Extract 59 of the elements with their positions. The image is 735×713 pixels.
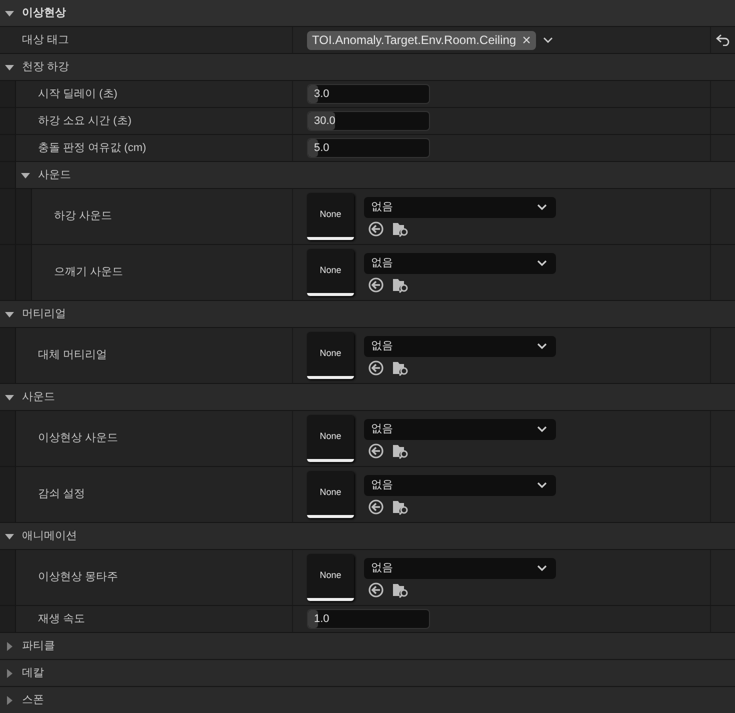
asset-thumbnail[interactable]: None <box>307 554 354 601</box>
property-label: 하강 소요 시간 (초) <box>38 114 132 129</box>
tag-chip[interactable]: TOI.Anomaly.Target.Env.Room.Ceiling × <box>307 30 536 50</box>
browse-folder-icon[interactable] <box>392 220 410 236</box>
asset-thumbnail[interactable]: None <box>307 415 354 462</box>
property-label: 이상현상 사운드 <box>38 431 118 446</box>
expand-arrow-icon[interactable] <box>5 696 14 704</box>
expand-arrow-icon[interactable] <box>5 668 14 678</box>
group-label: 천장 하강 <box>22 60 70 75</box>
use-selected-icon[interactable] <box>368 220 384 236</box>
asset-dropdown[interactable]: 없음 <box>364 196 556 218</box>
use-selected-icon[interactable] <box>368 498 384 514</box>
asset-thumbnail[interactable]: None <box>307 249 354 296</box>
asset-thumbnail[interactable]: None <box>307 471 354 518</box>
asset-dropdown[interactable]: 없음 <box>364 336 556 356</box>
reset-icon[interactable] <box>716 34 730 46</box>
number-field[interactable]: 1.0 <box>307 609 430 629</box>
property-label: 으깨기 사운드 <box>54 265 124 280</box>
use-selected-icon[interactable] <box>368 360 384 376</box>
property-label: 감쇠 설정 <box>38 487 86 502</box>
collapse-arrow-icon[interactable] <box>21 170 30 180</box>
property-label: 하강 사운드 <box>54 209 112 224</box>
number-field[interactable]: 3.0 <box>307 84 430 104</box>
collapse-arrow-icon[interactable] <box>5 532 14 540</box>
group-label: 사운드 <box>38 168 71 183</box>
group-label: 사운드 <box>22 390 55 405</box>
group-label: 스폰 <box>22 692 44 708</box>
number-field[interactable]: 30.0 <box>307 111 430 131</box>
asset-dropdown[interactable]: 없음 <box>364 252 556 274</box>
asset-dropdown[interactable]: 없음 <box>364 474 556 496</box>
collapse-arrow-icon[interactable] <box>5 310 14 318</box>
expand-arrow-icon[interactable] <box>5 642 14 650</box>
group-label: 데칼 <box>22 666 44 681</box>
collapse-arrow-icon[interactable] <box>5 392 14 402</box>
property-label: 충돌 판정 여유값 (cm) <box>38 140 146 156</box>
browse-folder-icon[interactable] <box>392 360 410 376</box>
asset-dropdown[interactable]: 없음 <box>364 558 556 578</box>
property-label: 이상현상 몽타주 <box>38 570 118 586</box>
number-field[interactable]: 5.0 <box>307 138 430 158</box>
property-label: 시작 딜레이 (초) <box>38 86 118 102</box>
use-selected-icon[interactable] <box>368 276 384 292</box>
browse-folder-icon[interactable] <box>392 442 410 458</box>
asset-thumbnail[interactable]: None <box>307 332 354 379</box>
group-label: 머티리얼 <box>22 306 66 322</box>
use-selected-icon[interactable] <box>368 582 384 598</box>
property-label: 재생 속도 <box>38 612 86 627</box>
group-label: 애니메이션 <box>22 528 77 544</box>
property-label: 대체 머티리얼 <box>38 348 108 364</box>
browse-folder-icon[interactable] <box>392 582 410 598</box>
use-selected-icon[interactable] <box>368 442 384 458</box>
group-label: 파티클 <box>22 638 55 654</box>
asset-dropdown[interactable]: 없음 <box>364 418 556 440</box>
browse-folder-icon[interactable] <box>392 498 410 514</box>
property-label: 대상 태그 <box>22 32 70 48</box>
collapse-arrow-icon[interactable] <box>5 62 14 72</box>
asset-thumbnail[interactable]: None <box>307 193 354 240</box>
collapse-arrow-icon[interactable] <box>5 8 14 18</box>
browse-folder-icon[interactable] <box>392 276 410 292</box>
category-label: 이상현상 <box>22 6 66 21</box>
